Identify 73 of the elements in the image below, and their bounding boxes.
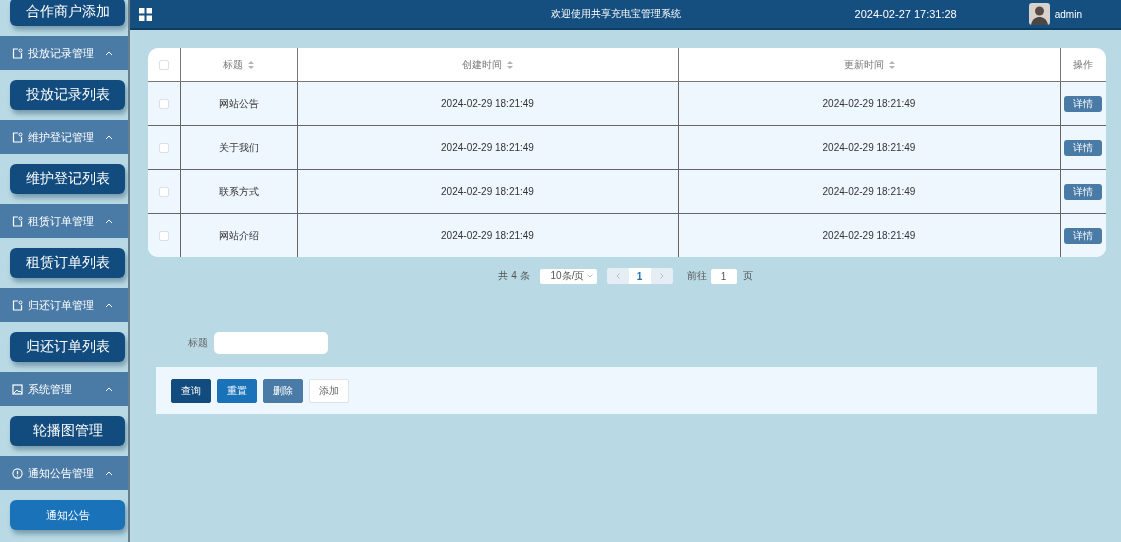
sidebar-menu-button[interactable]: 租赁订单列表 <box>10 248 125 278</box>
table-cell: 2024-02-29 18:21:49 <box>441 186 534 197</box>
note-icon <box>12 299 23 311</box>
sidebar-menu-button[interactable]: 归还订单列表 <box>10 332 125 362</box>
row-checkbox[interactable] <box>158 99 169 110</box>
group-label: 投放记录管理 <box>28 45 95 61</box>
column-header: 创建时间 <box>462 57 502 72</box>
image-icon <box>12 383 23 395</box>
sidebar-menu-button[interactable]: 投放记录列表 <box>10 80 125 110</box>
sidebar-group-header[interactable]: 租赁订单管理 <box>0 204 128 238</box>
row-checkbox[interactable] <box>158 231 169 242</box>
table-cell: 网站介绍 <box>218 229 259 241</box>
column-header: 更新时间 <box>843 57 884 72</box>
details-button[interactable]: 详情 <box>1064 183 1103 200</box>
page-suffix: 页 <box>742 269 753 283</box>
row-checkbox[interactable] <box>158 143 169 154</box>
group-label: 系统管理 <box>28 381 73 397</box>
details-button[interactable]: 详情 <box>1064 139 1103 156</box>
sort-icon[interactable] <box>248 60 254 69</box>
sidebar-menu-button[interactable]: 维护登记列表 <box>10 164 125 194</box>
total-count: 共 4 条 <box>498 269 530 283</box>
sidebar-menu-button[interactable]: 通知公告 <box>10 500 125 530</box>
sidebar-menu-button[interactable]: 轮播图管理 <box>10 416 125 446</box>
goto-page-field[interactable]: 1 <box>710 268 737 284</box>
group-label: 租赁订单管理 <box>28 213 95 229</box>
column-header: 操作 <box>1073 57 1094 72</box>
query-button[interactable]: 查询 <box>171 378 211 403</box>
chevron-right-icon <box>659 273 664 279</box>
table-cell: 2024-02-29 18:21:49 <box>822 230 916 241</box>
select-all-checkbox[interactable] <box>158 60 169 71</box>
current-datetime: 2024-02-27 17:31:28 <box>854 8 957 20</box>
column-header: 标题 <box>223 57 243 72</box>
title-search-field[interactable] <box>214 332 328 354</box>
table-cell: 2024-02-29 18:21:49 <box>441 142 534 153</box>
sidebar-group-header[interactable]: 维护登记管理 <box>0 120 128 154</box>
grid-menu-icon[interactable] <box>139 7 152 21</box>
note-icon <box>12 131 23 143</box>
info-icon <box>12 467 23 479</box>
details-button[interactable]: 详情 <box>1064 227 1103 244</box>
username: admin <box>1054 8 1082 20</box>
table-cell: 2024-02-29 18:21:49 <box>822 98 916 109</box>
details-button[interactable]: 详情 <box>1064 95 1103 112</box>
note-icon <box>12 47 23 59</box>
table-cell: 2024-02-29 18:21:49 <box>822 186 916 197</box>
group-label: 维护登记管理 <box>28 129 95 145</box>
page-size-select[interactable]: 10条/页 <box>539 268 597 284</box>
sidebar-menu-button[interactable]: 合作商户添加 <box>10 0 125 26</box>
table-cell: 2024-02-29 18:21:49 <box>441 230 534 241</box>
table-cell: 联系方式 <box>218 185 259 197</box>
row-checkbox[interactable] <box>158 187 169 198</box>
sidebar-group-header[interactable]: 通知公告管理 <box>0 456 128 490</box>
avatar-icon[interactable] <box>1028 3 1050 25</box>
table-cell: 2024-02-29 18:21:49 <box>822 142 916 153</box>
chevron-left-icon <box>615 273 620 279</box>
reset-button[interactable]: 重置 <box>217 378 257 403</box>
note-icon <box>12 215 23 227</box>
group-label: 通知公告管理 <box>28 465 95 481</box>
sidebar-group-header[interactable]: 系统管理 <box>0 372 128 406</box>
goto-label: 前往 <box>686 269 707 283</box>
table-cell: 2024-02-29 18:21:49 <box>441 98 534 109</box>
page-number-button[interactable]: 1 <box>628 268 651 284</box>
add-button[interactable]: 添加 <box>309 378 349 403</box>
sort-icon[interactable] <box>888 60 895 69</box>
delete-button[interactable]: 删除 <box>263 378 303 403</box>
system-title: 欢迎使用共享充电宝管理系统 <box>550 7 681 21</box>
chevron-down-icon <box>586 274 593 278</box>
table-cell: 网站公告 <box>218 97 259 109</box>
group-label: 归还订单管理 <box>28 297 95 313</box>
sidebar-group-header[interactable]: 归还订单管理 <box>0 288 128 322</box>
table-cell: 关于我们 <box>218 141 259 153</box>
field-label: 标题 <box>188 336 208 350</box>
sidebar-group-header[interactable]: 投放记录管理 <box>0 36 128 70</box>
sort-icon[interactable] <box>507 60 513 69</box>
